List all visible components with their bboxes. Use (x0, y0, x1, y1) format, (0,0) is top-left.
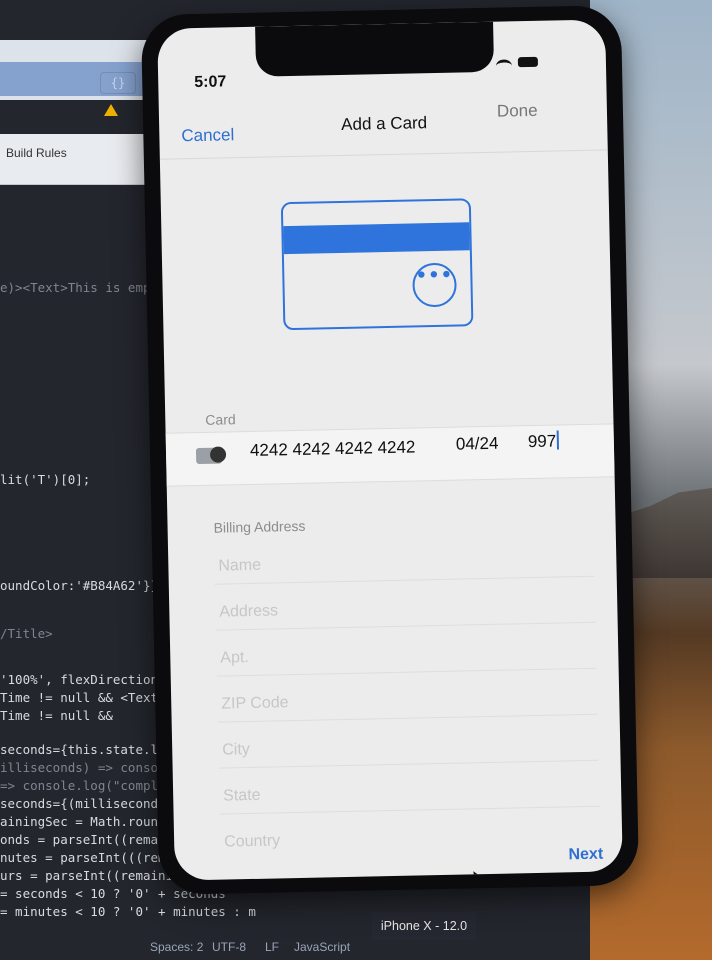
apt-field[interactable]: Apt. (215, 627, 597, 677)
status-line-ending[interactable]: LF (265, 940, 279, 954)
apt-field-placeholder: Apt. (220, 649, 249, 667)
code-line: oundColor:'#B84A62'}}> (0, 578, 166, 593)
zip-code-field[interactable]: ZIP Code (216, 673, 598, 723)
phone-screen: 5:07 Cancel Add a Card Done ••• Card 424… (157, 19, 623, 881)
state-field-placeholder: State (223, 786, 261, 805)
credit-card-icon: ••• (280, 198, 474, 331)
simulator-device-label: iPhone X - 12.0 (372, 912, 476, 940)
status-encoding[interactable]: UTF-8 (212, 940, 246, 954)
iphone-simulator: 5:07 Cancel Add a Card Done ••• Card 424… (140, 5, 640, 895)
name-field[interactable]: Name (213, 535, 595, 585)
code-line: /Title> (0, 626, 53, 641)
page-title: Add a Card (340, 113, 428, 134)
tab-build-rules[interactable]: Build Rules (6, 146, 67, 160)
city-field[interactable]: City (217, 719, 599, 769)
card-brand-icon (195, 447, 223, 465)
country-field-placeholder: Country (223, 832, 281, 851)
address-field[interactable]: Address (214, 581, 596, 631)
card-number-field[interactable]: 4242 4242 4242 4242 (250, 437, 416, 460)
card-magnetic-stripe (283, 222, 470, 255)
code-line: = minutes < 10 ? '0' + minutes : m (0, 904, 256, 919)
country-field[interactable]: Country (220, 812, 601, 860)
city-field-placeholder: City (222, 741, 250, 759)
warning-icon[interactable] (104, 104, 118, 116)
status-indentation[interactable]: Spaces: 2 (150, 940, 203, 954)
phone-notch (255, 21, 495, 77)
state-field[interactable]: State (218, 765, 600, 815)
done-button[interactable]: Done (497, 101, 538, 122)
code-line: e)><Text>This is empt (0, 280, 159, 295)
card-expiry-field[interactable]: 04/24 (456, 434, 499, 455)
card-cvc-field[interactable]: 997 (528, 430, 560, 452)
status-language[interactable]: JavaScript (294, 940, 350, 954)
more-options-icon: ••• (412, 262, 458, 308)
mouse-pointer-icon (468, 868, 486, 881)
status-time: 5:07 (194, 73, 227, 92)
billing-section-label: Billing Address (213, 517, 306, 536)
code-line: Time != null && (0, 708, 113, 723)
address-field-placeholder: Address (219, 602, 279, 621)
wifi-icon (495, 59, 513, 73)
braces-button[interactable]: {} (100, 72, 136, 94)
cancel-button[interactable]: Cancel (181, 125, 234, 146)
name-field-placeholder: Name (218, 556, 262, 575)
zip-code-field-placeholder: ZIP Code (221, 694, 289, 713)
card-section-label: Card (205, 411, 236, 428)
code-line: lit('T')[0]; (0, 472, 91, 487)
battery-icon (517, 56, 539, 68)
next-button[interactable]: Next (568, 846, 603, 865)
